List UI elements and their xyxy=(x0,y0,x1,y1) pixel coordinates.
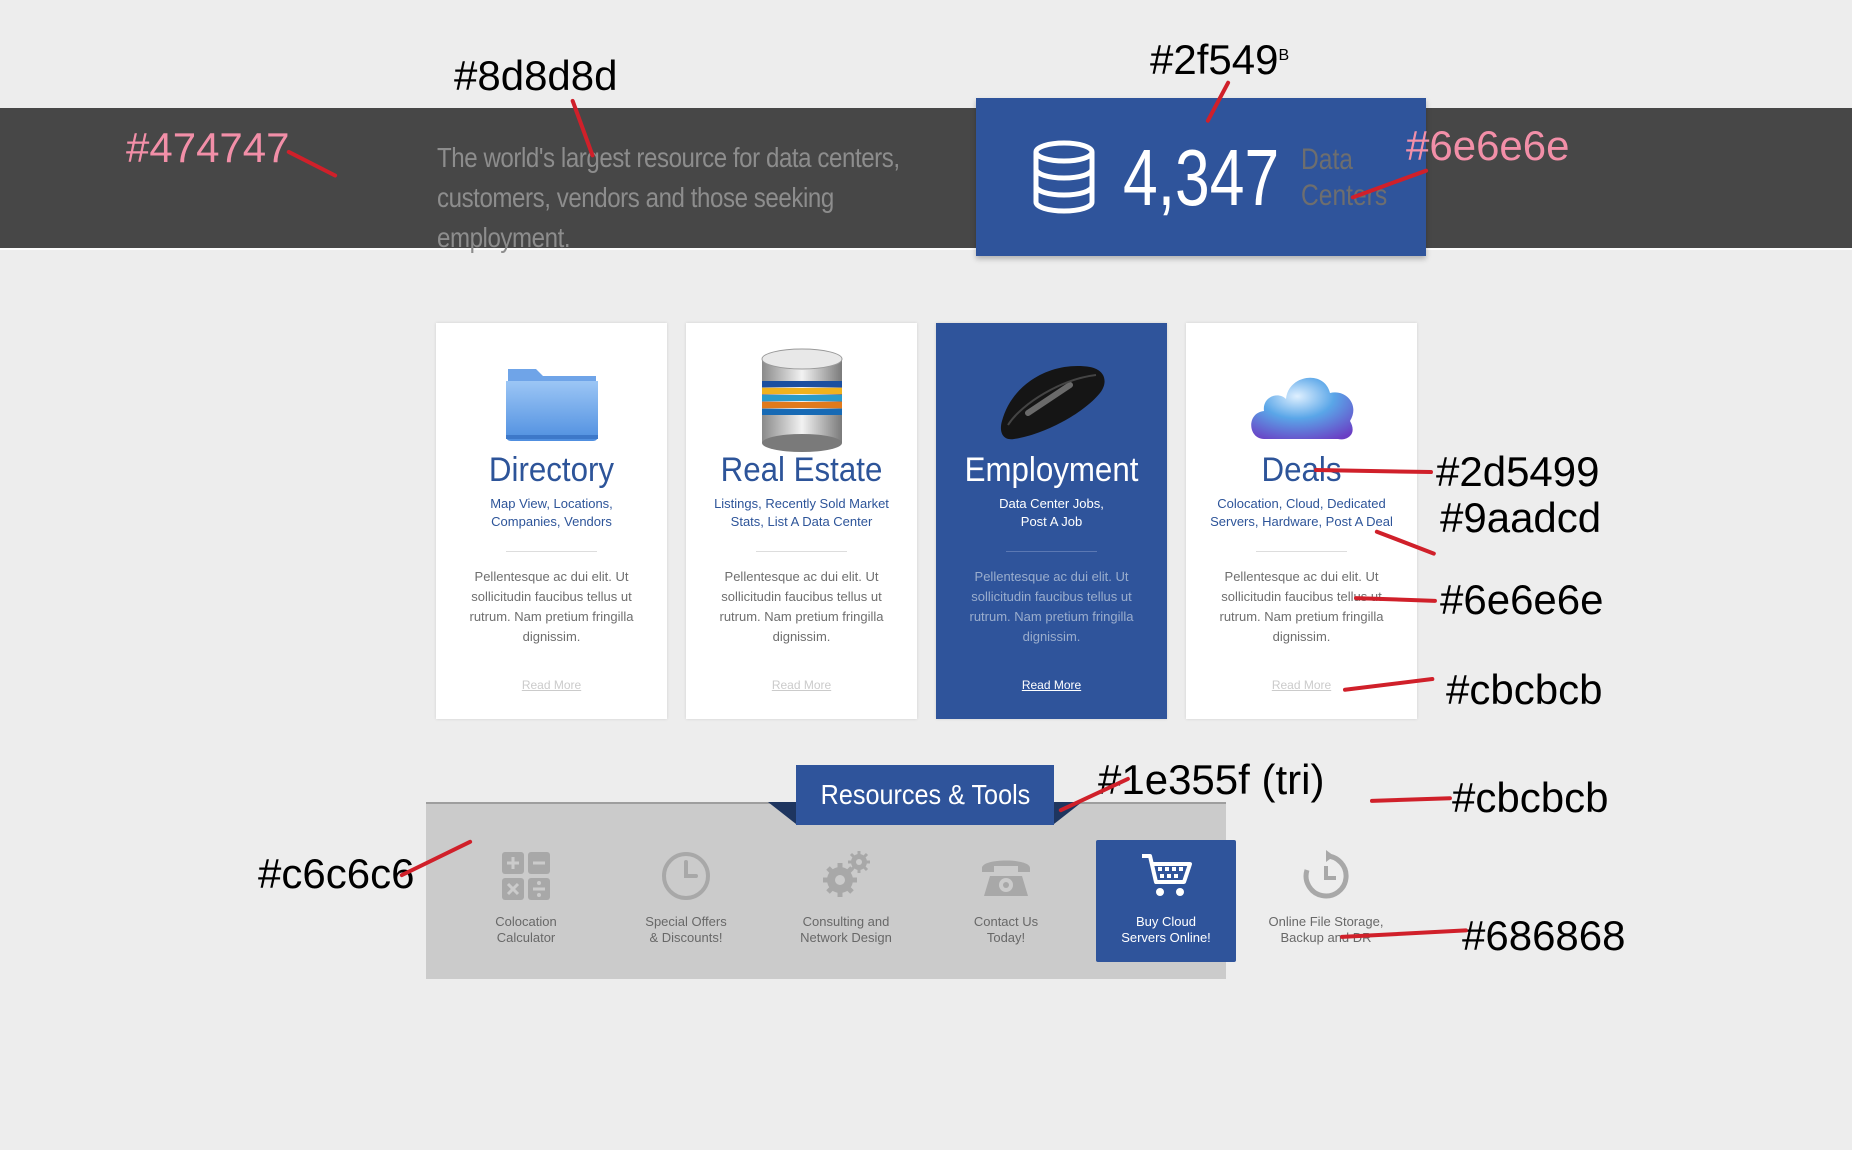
card-subtitle-line2: Companies, Vendors xyxy=(491,514,612,529)
card-body: Pellentesque ac dui elit. Ut sollicitudi… xyxy=(469,569,634,644)
tool-label: Consulting and Network Design xyxy=(776,914,916,946)
stat-label-line2: Centers xyxy=(1301,179,1388,212)
annotation-stat-sup: B xyxy=(1278,47,1290,64)
annotation-icon-color: #c6c6c6 xyxy=(258,850,415,897)
read-more-link[interactable]: Read More xyxy=(686,678,917,692)
clock-icon xyxy=(662,852,710,900)
tool-label-line1: Buy Cloud xyxy=(1136,914,1196,929)
card-directory[interactable]: Directory Map View, Locations, Companies… xyxy=(436,323,667,719)
tool-special-offers[interactable]: Special Offers & Discounts! xyxy=(616,840,756,962)
card-body: Pellentesque ac dui elit. Ut sollicitudi… xyxy=(719,569,884,644)
card-body: Pellentesque ac dui elit. Ut sollicitudi… xyxy=(1219,569,1384,644)
tool-label-line2: Today! xyxy=(986,930,1026,945)
card-subtitle: Map View, Locations, Companies, Vendors xyxy=(456,495,647,531)
tagline: The world's largest resource for data ce… xyxy=(437,138,919,258)
annotation-triangle-color: #1e355f (tri) xyxy=(1098,756,1325,803)
stat-number: 4,347 xyxy=(1123,133,1280,222)
tool-label-line1: Special Offers xyxy=(645,914,727,929)
cloud-icon xyxy=(1250,377,1353,440)
tool-label: Buy Cloud Servers Online! xyxy=(1096,914,1236,946)
folder-icon xyxy=(505,369,598,441)
annotation-band-color: #474747 xyxy=(126,124,290,171)
tool-label: Contact Us Today! xyxy=(936,914,1076,946)
card-subtitle: Colocation, Cloud, Dedicated Servers, Ha… xyxy=(1206,495,1397,531)
tool-label-line1: Contact Us xyxy=(973,914,1039,929)
gears-icon xyxy=(823,851,870,897)
stat-label-line1: Data xyxy=(1301,143,1353,176)
card-divider xyxy=(1006,551,1097,552)
tool-label-line2: & Discounts! xyxy=(649,930,723,945)
annotation-stat-text: #2f549 xyxy=(1150,36,1279,83)
annotation-title-color: #2d5499 xyxy=(1436,448,1600,495)
database-icon xyxy=(1033,140,1095,214)
annotation-body-color: #6e6e6e xyxy=(1440,576,1604,623)
tool-label-line1: Online File Storage, xyxy=(1268,914,1384,929)
resources-title: Resources & Tools xyxy=(796,765,1054,825)
card-divider xyxy=(506,551,597,552)
tool-label: Online File Storage, Backup and DR xyxy=(1256,914,1396,946)
tool-label-line1: Colocation xyxy=(495,914,557,929)
tab-fold-left xyxy=(768,802,796,824)
tool-buy-cloud-servers[interactable]: Buy Cloud Servers Online! xyxy=(1096,840,1236,962)
card-subtitle-line1: Data Center Jobs, xyxy=(999,496,1104,511)
tool-label-line2: Servers Online! xyxy=(1121,930,1211,945)
tool-colocation-calculator[interactable]: Colocation Calculator xyxy=(456,840,596,962)
tool-label: Special Offers & Discounts! xyxy=(616,914,756,946)
card-divider xyxy=(756,551,847,552)
annotation-panel-color: #cbcbcb xyxy=(1452,774,1609,821)
tool-label: Colocation Calculator xyxy=(456,914,596,946)
tool-contact-us[interactable]: Contact Us Today! xyxy=(936,840,1076,962)
card-subtitle-line1: Listings, Recently Sold Market xyxy=(714,496,889,511)
server-stack-icon xyxy=(761,348,842,452)
backup-icon xyxy=(1303,850,1349,899)
tool-label-line2: Network Design xyxy=(800,930,892,945)
data-centers-stat[interactable]: 4,347 Data Centers xyxy=(976,98,1426,256)
card-subtitle-line1: Colocation, Cloud, Dedicated xyxy=(1217,496,1386,511)
annotation-tagline-color: #8d8d8d xyxy=(454,52,618,99)
mouse-icon xyxy=(1000,366,1105,440)
annotation-tool-label-color: #686868 xyxy=(1462,912,1626,959)
card-employment[interactable]: Employment Data Center Jobs, Post A Job … xyxy=(936,323,1167,719)
card-title: Directory xyxy=(488,451,615,489)
card-title: Real Estate xyxy=(720,451,883,489)
annotation-subtitle-color: #9aadcd xyxy=(1440,494,1602,541)
cart-icon xyxy=(1142,854,1192,896)
tool-online-storage[interactable]: Online File Storage, Backup and DR xyxy=(1256,840,1396,962)
card-divider xyxy=(1256,551,1347,552)
card-subtitle-line2: Post A Job xyxy=(1020,514,1083,529)
annotation-link-color: #cbcbcb xyxy=(1446,666,1603,713)
card-real-estate[interactable]: Real Estate Listings, Recently Sold Mark… xyxy=(686,323,917,719)
read-more-link[interactable]: Read More xyxy=(936,678,1167,692)
card-subtitle-line2: Servers, Hardware, Post A Deal xyxy=(1210,514,1393,529)
card-subtitle: Data Center Jobs, Post A Job xyxy=(956,495,1147,531)
tagline-line1: The world's largest resource for data ce… xyxy=(437,142,900,173)
card-subtitle: Listings, Recently Sold Market Stats, Li… xyxy=(706,495,897,531)
header-band-edge xyxy=(0,248,1852,250)
stat-label: Data Centers xyxy=(1301,142,1391,214)
tagline-line2: customers, vendors and those seeking emp… xyxy=(437,182,834,253)
calculator-icon xyxy=(502,852,550,900)
annotation-stat-color: #2f549B xyxy=(1150,36,1289,84)
tool-label-line2: Calculator xyxy=(496,930,556,945)
card-subtitle-line2: Stats, List A Data Center xyxy=(730,514,873,529)
read-more-link[interactable]: Read More xyxy=(436,678,667,692)
annotation-line xyxy=(1369,796,1453,803)
card-title: Employment xyxy=(964,451,1139,489)
card-deals[interactable]: Deals Colocation, Cloud, Dedicated Serve… xyxy=(1186,323,1417,719)
card-body: Pellentesque ac dui elit. Ut sollicitudi… xyxy=(969,569,1134,644)
tool-label-line1: Consulting and xyxy=(802,914,890,929)
annotation-stat-label-color: #6e6e6e xyxy=(1406,122,1570,169)
card-subtitle-line1: Map View, Locations, xyxy=(490,496,613,511)
phone-icon xyxy=(982,860,1030,896)
tool-consulting[interactable]: Consulting and Network Design xyxy=(776,840,916,962)
